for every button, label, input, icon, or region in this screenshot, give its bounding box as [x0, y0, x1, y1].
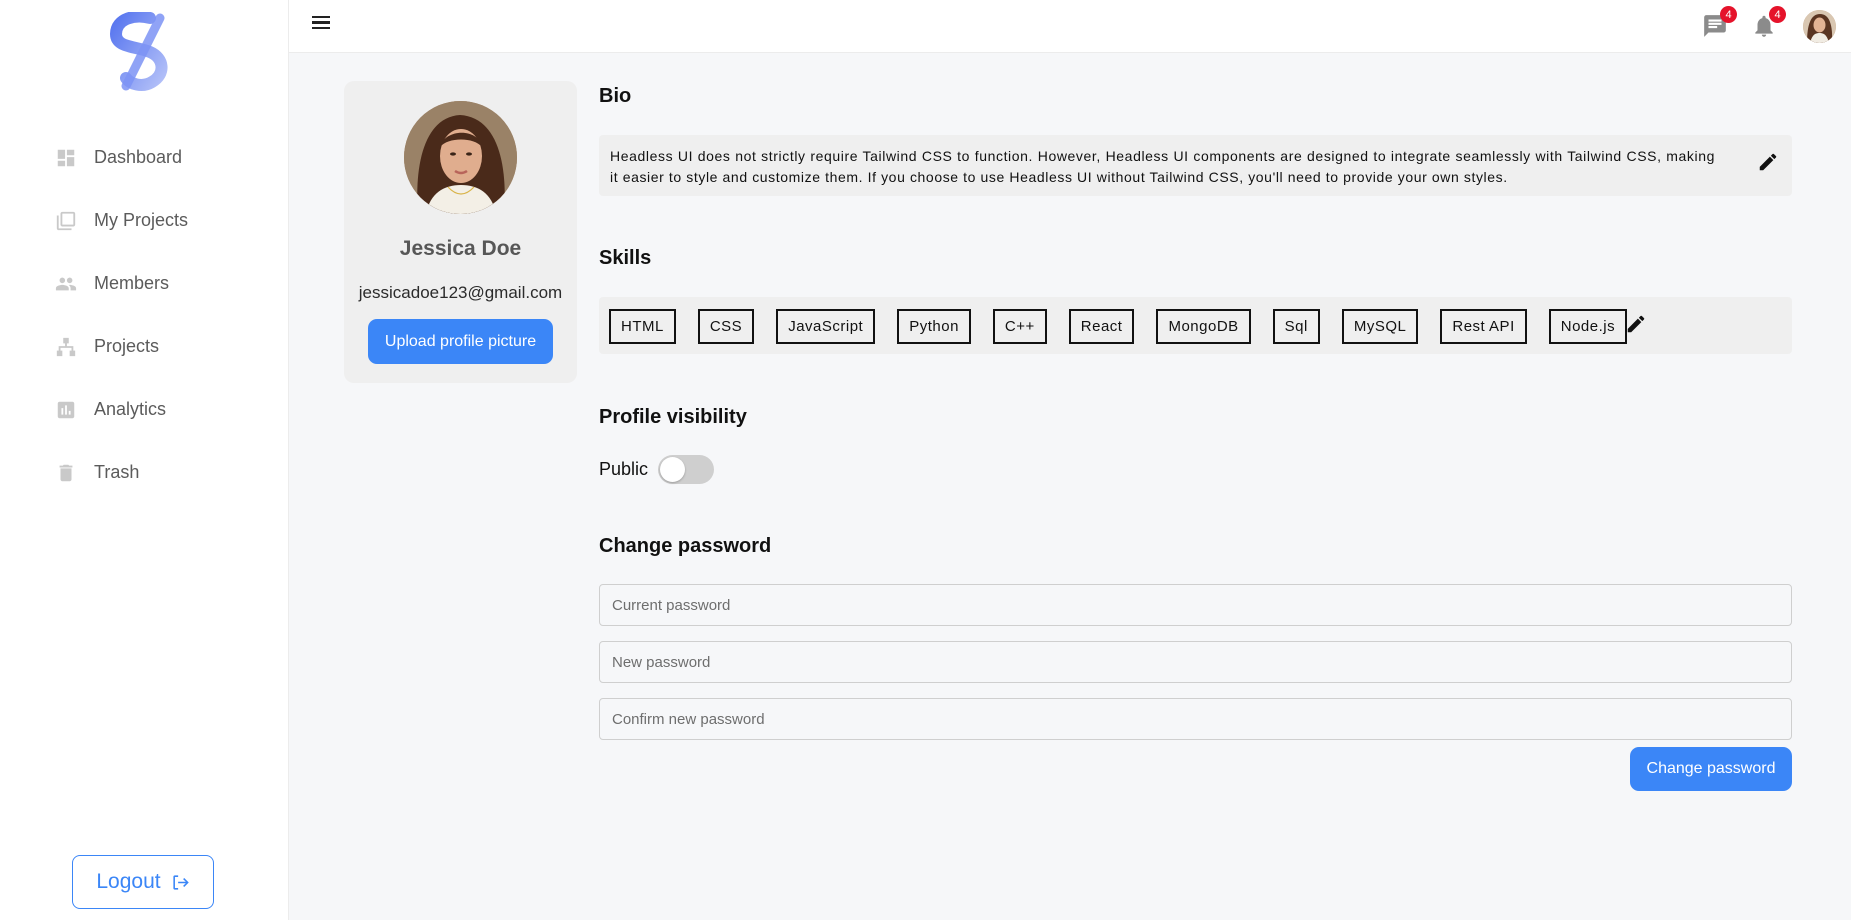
- change-password-title: Change password: [599, 535, 772, 557]
- upload-profile-picture-button[interactable]: Upload profile picture: [368, 319, 553, 364]
- skills-box: HTML CSS JavaScript Python C++ React MongoDB Sq…: [599, 297, 1792, 354]
- visibility-toggle[interactable]: [658, 455, 715, 484]
- topbar: 4 4: [289, 0, 1851, 53]
- logout-label: Logout: [96, 870, 161, 893]
- skills-title: Skills: [599, 247, 652, 269]
- profile-visibility-title: Profile visibility: [599, 406, 747, 428]
- app-logo[interactable]: [106, 10, 180, 92]
- new-password-input[interactable]: [599, 641, 1792, 683]
- skill-tag: CSS: [697, 309, 755, 344]
- bio-title: Bio: [599, 85, 632, 107]
- sidebar-nav: Dashboard My Projects Members Projects A…: [0, 126, 289, 504]
- sidebar-item-dashboard[interactable]: Dashboard: [0, 126, 289, 189]
- current-password-input[interactable]: [599, 584, 1792, 626]
- skill-tag: HTML: [609, 309, 676, 344]
- skill-tag: Rest API: [1440, 309, 1527, 344]
- skill-tag: MongoDB: [1156, 309, 1251, 344]
- dashboard-icon: [55, 147, 77, 169]
- visibility-row: Public: [599, 455, 715, 484]
- sidebar-item-members[interactable]: Members: [0, 252, 289, 315]
- toggle-knob: [660, 457, 686, 482]
- change-password-button[interactable]: Change password: [1630, 747, 1792, 791]
- bio-box: Headless UI does not strictly require Ta…: [599, 135, 1792, 196]
- sidebar-item-label: My Projects: [94, 210, 189, 230]
- visibility-label: Public: [599, 459, 649, 479]
- projects-stack-icon: [55, 210, 77, 232]
- messages-badge: 4: [1720, 6, 1737, 23]
- sidebar-item-label: Members: [94, 273, 170, 293]
- profile-email: jessicadoe123@gmail.com: [358, 283, 563, 302]
- edit-skills-icon[interactable]: [1625, 313, 1647, 335]
- notifications-badge: 4: [1769, 6, 1786, 23]
- sidebar-item-label: Analytics: [94, 399, 167, 419]
- logout-button[interactable]: Logout: [72, 855, 214, 909]
- members-icon: [55, 273, 77, 295]
- sidebar-item-projects[interactable]: Projects: [0, 315, 289, 378]
- skill-tag: MySQL: [1341, 309, 1419, 344]
- profile-card: Jessica Doe jessicadoe123@gmail.com Uplo…: [344, 81, 577, 383]
- messages-button[interactable]: 4: [1702, 6, 1737, 39]
- hamburger-menu-icon[interactable]: [312, 13, 332, 33]
- sidebar-item-trash[interactable]: Trash: [0, 441, 289, 504]
- skill-tag: Node.js: [1548, 309, 1628, 344]
- skill-tag: Python: [897, 309, 971, 344]
- trash-icon: [55, 462, 77, 484]
- sidebar-item-analytics[interactable]: Analytics: [0, 378, 289, 441]
- user-avatar[interactable]: [1803, 10, 1836, 43]
- confirm-password-input[interactable]: [599, 698, 1792, 740]
- logout-icon: [172, 874, 189, 890]
- skill-tag: React: [1068, 309, 1135, 344]
- sidebar-item-label: Dashboard: [94, 147, 183, 167]
- sidebar-item-my-projects[interactable]: My Projects: [0, 189, 289, 252]
- sidebar-item-label: Trash: [94, 462, 140, 482]
- skill-tag: C++: [992, 309, 1047, 344]
- profile-name: Jessica Doe: [399, 237, 522, 260]
- sidebar: Dashboard My Projects Members Projects A…: [0, 0, 289, 920]
- skill-tag: Sql: [1272, 309, 1320, 344]
- sidebar-item-label: Projects: [94, 336, 160, 356]
- skill-tag: JavaScript: [776, 309, 876, 344]
- edit-bio-icon[interactable]: [1757, 151, 1779, 173]
- notifications-button[interactable]: 4: [1751, 6, 1786, 39]
- analytics-icon: [55, 399, 77, 421]
- profile-avatar: [404, 101, 517, 214]
- bio-text: Headless UI does not strictly require Ta…: [610, 148, 1715, 185]
- skills-list: HTML CSS JavaScript Python C++ React MongoDB Sq…: [609, 309, 1649, 344]
- sitemap-icon: [55, 336, 77, 358]
